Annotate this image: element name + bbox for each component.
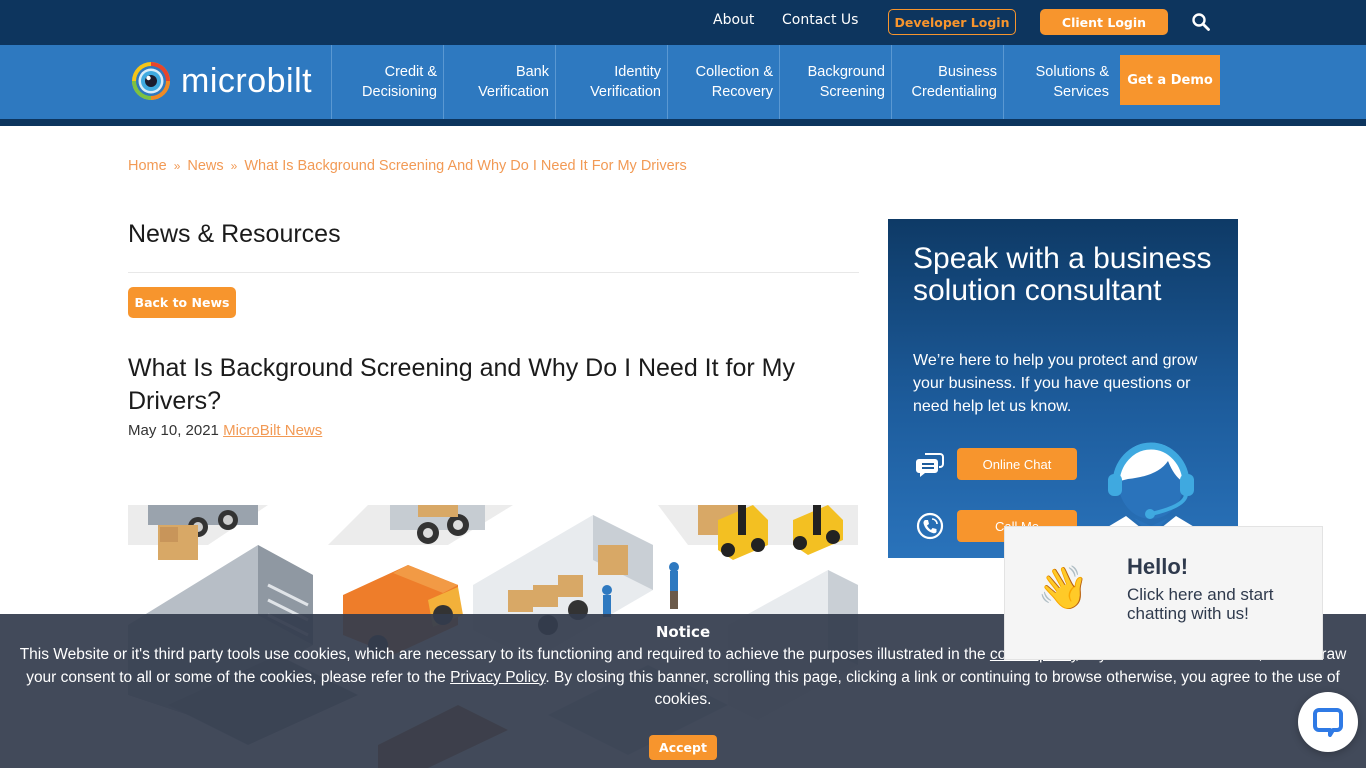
microbilt-logo[interactable]: microbilt xyxy=(131,60,312,102)
nav-label: Business Credentialing xyxy=(912,62,997,102)
privacy-policy-link[interactable]: Privacy Policy xyxy=(450,669,545,686)
cta-body: We’re here to help you protect and grow … xyxy=(913,352,1198,415)
breadcrumb-separator: » xyxy=(230,159,238,173)
back-to-news-button[interactable]: Back to News xyxy=(128,287,236,318)
top-utility-bar: About Contact Us Developer Login Client … xyxy=(0,0,1366,45)
breadcrumb-home[interactable]: Home xyxy=(128,158,167,174)
nav-label: Background Screening xyxy=(808,62,885,102)
nav-label-line1: Credit & xyxy=(384,64,437,80)
cookie-text-part: This Website or it's third party tools u… xyxy=(19,646,990,663)
nav-business-credentialing[interactable]: Business Credentialing xyxy=(891,45,1003,119)
consultant-cta-panel: Speak with a business solution consultan… xyxy=(888,219,1238,558)
nav-label-line2: Credentialing xyxy=(911,84,997,100)
cookie-text-part: . By closing this banner, scrolling this… xyxy=(545,668,1340,709)
get-a-demo-button[interactable]: Get a Demo xyxy=(1120,55,1220,105)
phone-icon xyxy=(916,512,944,540)
cta-heading: Speak with a business solution consultan… xyxy=(913,242,1212,307)
eye-logo-icon xyxy=(132,62,170,100)
article-date: May 10, 2021 xyxy=(128,422,219,439)
client-login-button[interactable]: Client Login xyxy=(1040,9,1168,35)
nav-identity-verification[interactable]: Identity Verification xyxy=(555,45,667,119)
nav-background-screening[interactable]: Background Screening xyxy=(779,45,891,119)
nav-label-line1: Collection & xyxy=(695,64,773,80)
breadcrumb-news[interactable]: News xyxy=(187,158,223,174)
nav-label-line2: Decisioning xyxy=(362,84,437,100)
nav-bank-verification[interactable]: Bank Verification xyxy=(443,45,555,119)
nav-label-line1: Bank xyxy=(515,64,549,80)
section-title: News & Resources xyxy=(128,220,341,248)
article-meta: May 10, 2021 MicroBilt News xyxy=(128,422,322,439)
nav-label-line2: Recovery xyxy=(711,84,773,100)
nav-label-line1: Identity xyxy=(614,64,661,80)
chat-greeting-title: Hello! xyxy=(1127,554,1189,579)
nav-label: Identity Verification xyxy=(590,62,661,102)
breadcrumb-current[interactable]: What Is Background Screening And Why Do … xyxy=(244,158,686,174)
brand-wordmark: microbilt xyxy=(181,61,313,100)
online-chat-button[interactable]: Online Chat xyxy=(957,448,1077,480)
chat-launcher-button[interactable] xyxy=(1298,692,1358,752)
nav-label-line1: Business xyxy=(938,64,997,80)
accept-cookies-button[interactable]: Accept xyxy=(649,735,717,760)
search-icon[interactable] xyxy=(1191,12,1211,32)
chat-launcher-icon xyxy=(1313,708,1343,737)
chat-greeting-message: Click here and start chatting with us! xyxy=(1127,585,1274,623)
nav-label: Bank Verification xyxy=(478,62,549,102)
nav-label: Solutions & Services xyxy=(1036,62,1109,102)
waving-hand-icon: 👋 xyxy=(1037,563,1090,612)
nav-label: Collection & Recovery xyxy=(696,62,773,102)
nav-bottom-border xyxy=(0,119,1366,126)
nav-label-line2: Verification xyxy=(590,84,661,100)
nav-label-line1: Background xyxy=(807,64,885,80)
breadcrumb: Home » News » What Is Background Screening A… xyxy=(128,158,687,174)
nav-label-line2: Services xyxy=(1053,84,1109,100)
nav-label-line2: Verification xyxy=(478,84,549,100)
breadcrumb-separator: » xyxy=(173,159,181,173)
developer-login-button[interactable]: Developer Login xyxy=(888,9,1016,35)
article-title: What Is Background Screening and Why Do … xyxy=(128,354,795,415)
nav-credit-decisioning[interactable]: Credit & Decisioning xyxy=(331,45,443,119)
chat-bubbles-icon xyxy=(916,453,944,477)
divider xyxy=(128,272,859,273)
article-category-link[interactable]: MicroBilt News xyxy=(223,422,322,439)
nav-collection-recovery[interactable]: Collection & Recovery xyxy=(667,45,779,119)
nav-label: Credit & Decisioning xyxy=(362,62,437,102)
chat-greeting-popup[interactable]: 👋 Hello! Click here and start chatting w… xyxy=(1004,526,1323,660)
about-link[interactable]: About xyxy=(713,12,754,28)
nav-label-line2: Screening xyxy=(819,84,885,100)
contact-us-link[interactable]: Contact Us xyxy=(782,12,858,28)
nav-solutions-services[interactable]: Solutions & Services xyxy=(1003,45,1115,119)
nav-label-line1: Solutions & xyxy=(1035,64,1109,80)
